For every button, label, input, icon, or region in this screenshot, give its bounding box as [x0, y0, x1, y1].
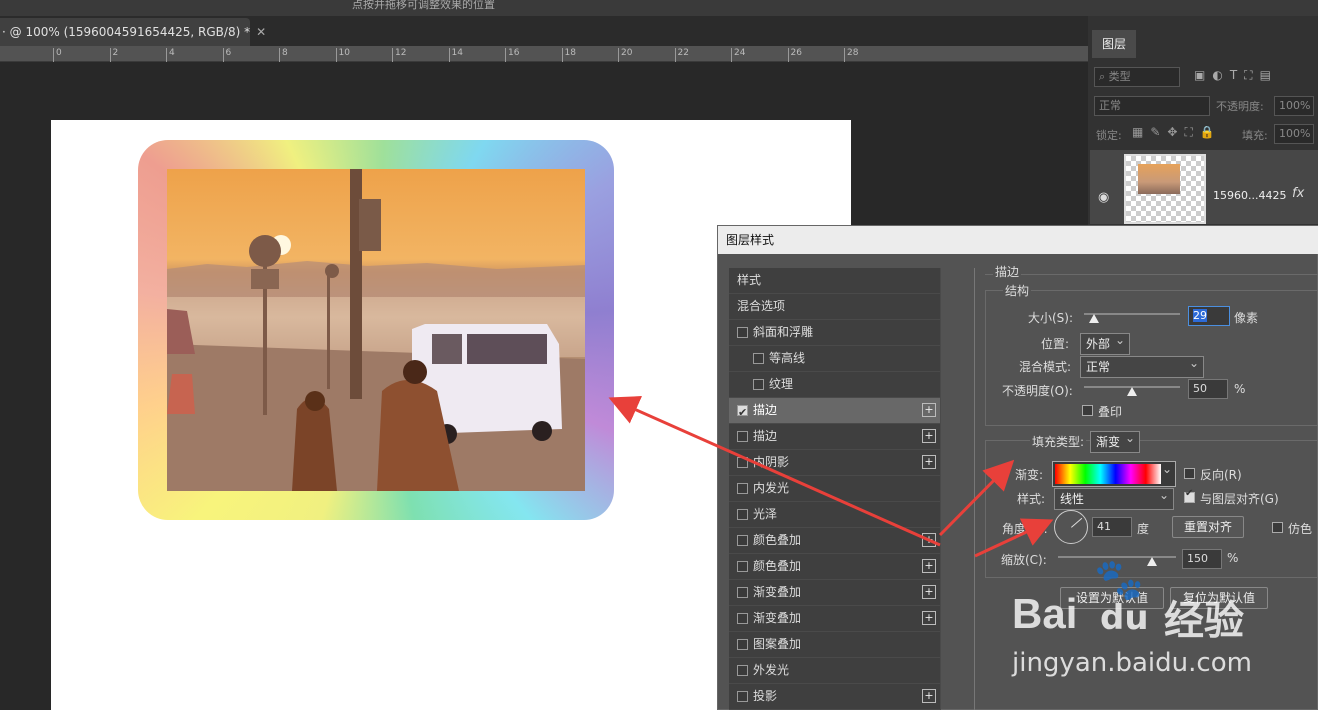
arrow-to-angle	[974, 518, 1054, 558]
arrow-to-gradient	[938, 459, 1015, 537]
watermark-cn: 经验	[1164, 598, 1244, 644]
baidu-watermark: Bai 🐾 du 经验 jingyan.baidu.com	[1010, 557, 1310, 690]
arrow-to-frame	[608, 396, 941, 547]
watermark-brand: Bai	[1012, 590, 1078, 637]
paw-icon: 🐾	[1094, 557, 1144, 603]
watermark-url: jingyan.baidu.com	[1012, 648, 1252, 678]
watermark-paw-text: du	[1100, 598, 1149, 638]
